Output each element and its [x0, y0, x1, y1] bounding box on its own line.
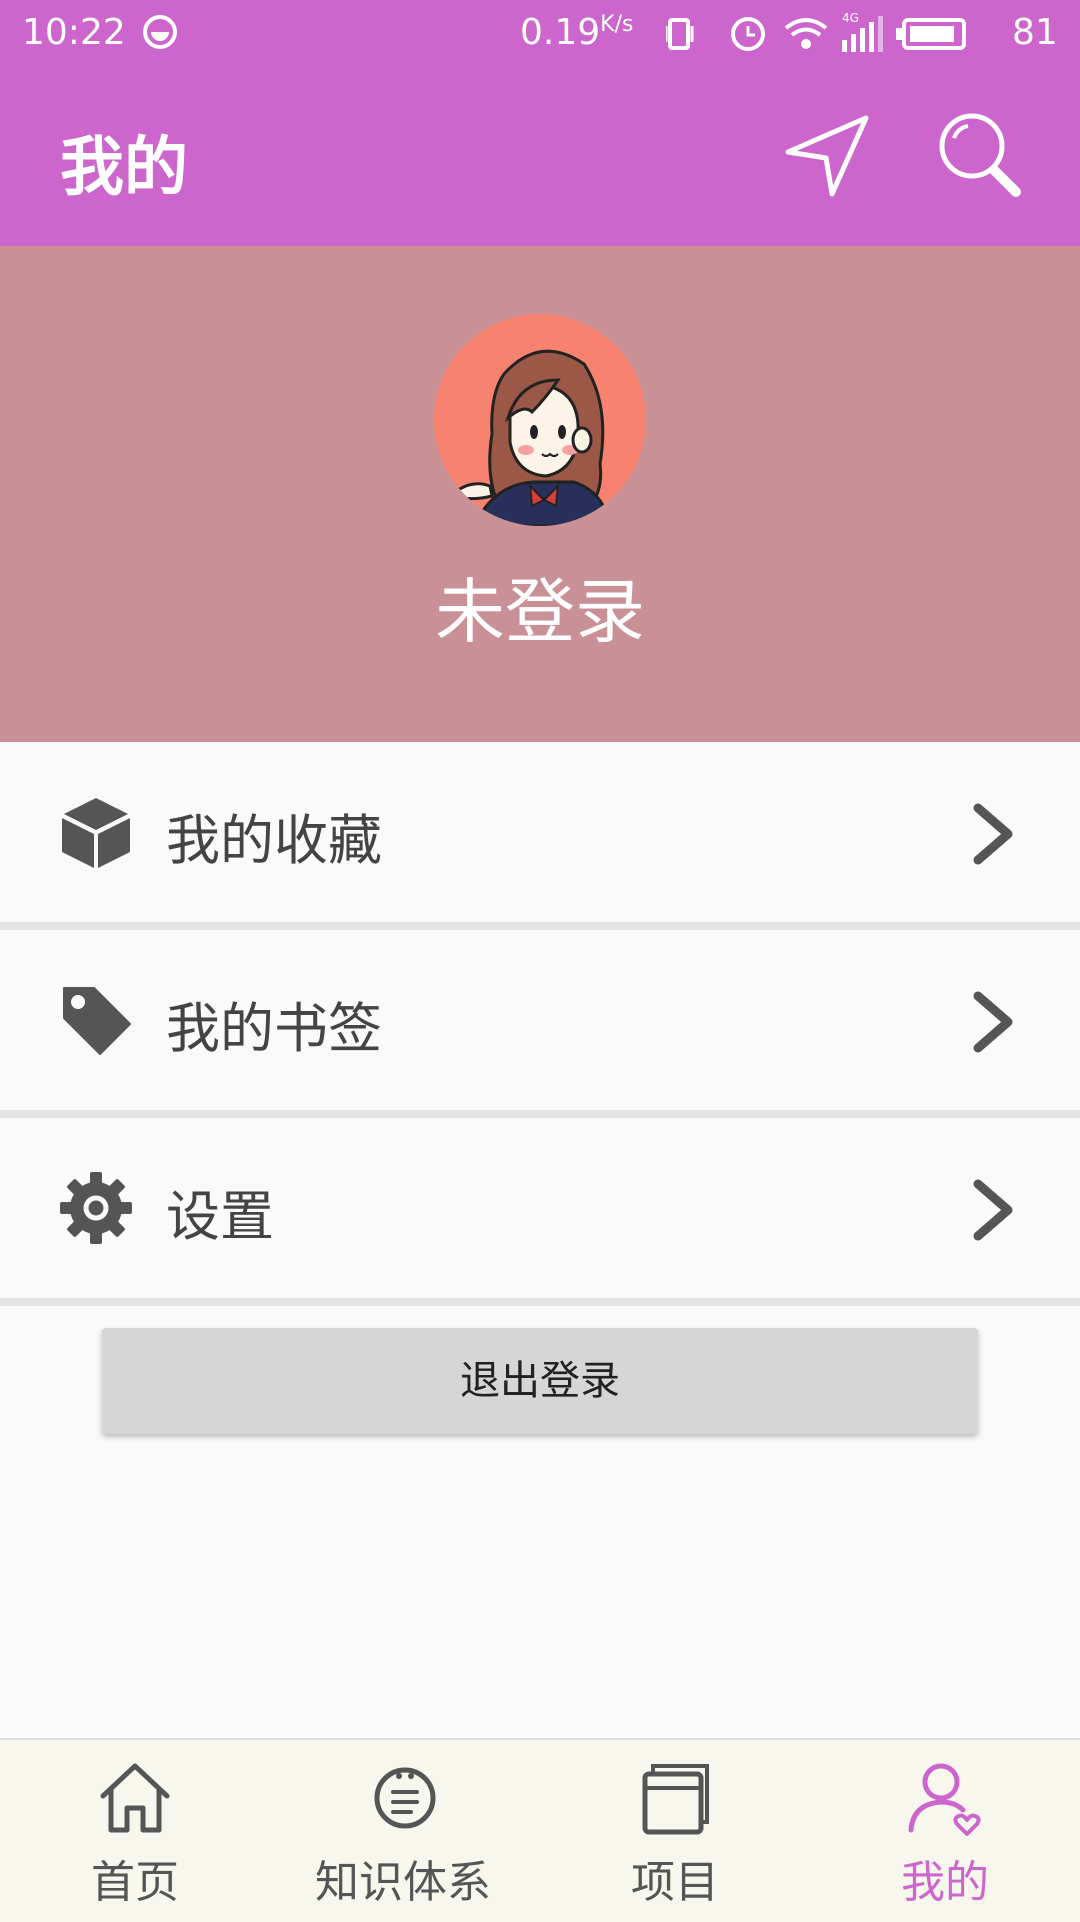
nav-item-home[interactable]: 首页 [40, 1740, 230, 1922]
app-bar: 我的 [0, 72, 1080, 246]
tag-icon [63, 987, 131, 1055]
nav-label: 项目 [631, 1857, 719, 1908]
alarm-icon [731, 17, 765, 51]
svg-text:4G: 4G [842, 12, 859, 25]
project-icon [642, 1764, 709, 1835]
nav-label: 我的 [901, 1857, 989, 1908]
menu-item-label: 设置 [166, 1185, 274, 1248]
avatar[interactable] [434, 314, 646, 526]
chevron-right-icon [973, 1179, 1013, 1241]
wifi-icon [784, 18, 828, 49]
list-circle-icon [374, 1767, 436, 1829]
menu-item-favorites[interactable]: 我的收藏 [0, 742, 1080, 930]
nav-item-projects[interactable]: 项目 [580, 1740, 770, 1922]
search-icon[interactable] [932, 108, 1024, 200]
status-time: 10:22 [22, 12, 126, 53]
avatar-illustration [456, 349, 612, 526]
page-title: 我的 [60, 131, 188, 205]
logout-button[interactable]: 退出登录 [102, 1328, 978, 1434]
chevron-right-icon [973, 991, 1013, 1053]
nav-item-knowledge[interactable]: 知识体系 [300, 1740, 510, 1922]
nav-label: 知识体系 [315, 1857, 491, 1908]
network-speed: 0.19K/s [520, 12, 634, 53]
divider [0, 1298, 1080, 1306]
status-icons: 4G [666, 12, 966, 52]
gear-icon [60, 1172, 132, 1244]
vibrate-icon [666, 18, 694, 50]
bottom-navigation: 首页 知识体系 项目 我的 [0, 1738, 1080, 1922]
battery-icon [896, 18, 966, 50]
battery-level: 81 [1012, 12, 1058, 53]
status-bar: 10:22 0.19K/s 4G 81 [0, 0, 1080, 72]
profile-header: 未登录 [0, 246, 1080, 742]
notification-icon [143, 15, 177, 49]
signal-icon: 4G [842, 12, 883, 52]
menu-item-settings[interactable]: 设置 [0, 1118, 1080, 1306]
menu-item-label: 我的书签 [166, 997, 382, 1060]
home-icon [100, 1763, 170, 1833]
chevron-right-icon [973, 803, 1013, 865]
user-icon [908, 1763, 981, 1836]
divider [0, 922, 1080, 930]
login-status[interactable]: 未登录 [0, 556, 1080, 657]
divider [0, 1110, 1080, 1118]
menu-item-bookmarks[interactable]: 我的书签 [0, 930, 1080, 1118]
send-icon[interactable] [782, 110, 872, 200]
nav-item-mine[interactable]: 我的 [850, 1740, 1040, 1922]
nav-label: 首页 [91, 1857, 179, 1908]
box-icon [62, 798, 130, 868]
menu-item-label: 我的收藏 [166, 809, 382, 872]
